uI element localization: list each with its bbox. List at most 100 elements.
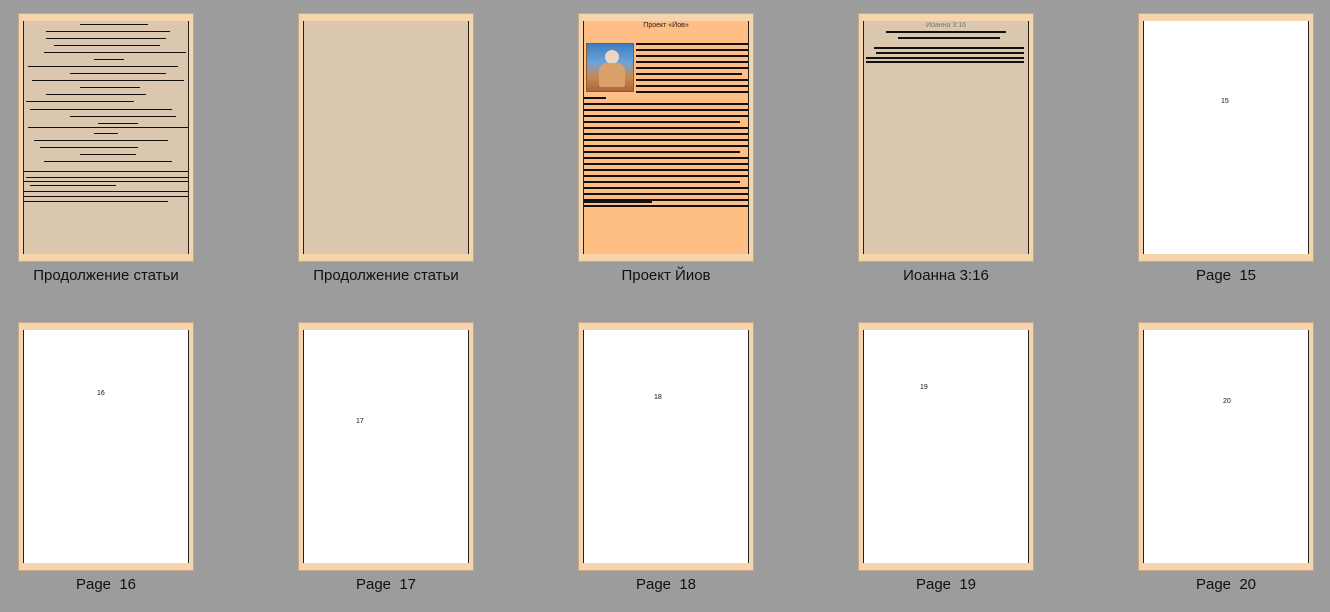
page-thumbnail-8[interactable]: 18 Page 18 <box>578 322 758 612</box>
page-number-label: 17 <box>356 418 364 425</box>
text-line <box>32 80 184 81</box>
text-line <box>584 145 748 147</box>
text-line <box>94 59 124 60</box>
text-line <box>866 61 1024 63</box>
text-line <box>584 151 740 153</box>
text-line <box>636 91 748 93</box>
text-line <box>636 79 748 81</box>
text-line <box>886 31 1006 33</box>
text-line <box>584 169 748 171</box>
text-line <box>24 171 188 172</box>
page-thumbnail-6[interactable]: 16 Page 16 <box>18 322 198 612</box>
page-caption: Проект Йиов <box>621 267 711 284</box>
text-line <box>584 181 740 183</box>
page-content-article: Проект «Йов» <box>583 21 749 254</box>
text-line <box>28 66 178 67</box>
text-line <box>874 47 1024 49</box>
text-line <box>584 103 748 105</box>
page-sheet: Проект «Йов» <box>578 13 754 262</box>
text-line <box>46 94 146 95</box>
page-number-label: 15 <box>1221 98 1229 105</box>
page-content-blank: 16 <box>23 330 189 563</box>
page-thumbnail-3[interactable]: Проект «Йов» Проект Йиов <box>578 13 758 303</box>
text-line <box>636 55 748 57</box>
page-thumbnail-7[interactable]: 17 Page 17 <box>298 322 478 612</box>
page-caption: Page 20 <box>1195 576 1257 593</box>
text-line <box>584 115 748 117</box>
text-line <box>584 127 748 129</box>
page-caption: Продолжение статьи <box>313 267 459 284</box>
text-line <box>584 205 748 207</box>
page-sheet: 17 <box>298 322 474 571</box>
text-line <box>584 201 652 203</box>
text-line <box>26 177 188 178</box>
text-line <box>636 43 748 45</box>
article-photo <box>586 43 634 92</box>
text-line <box>584 163 748 165</box>
page-content-verse: Иоанна 3:16 <box>863 21 1029 254</box>
page-number-label: 19 <box>920 384 928 391</box>
text-line <box>24 181 188 182</box>
page-thumbnail-5[interactable]: 15 Page 15 <box>1138 13 1318 303</box>
page-sheet <box>298 13 474 262</box>
page-caption: Page 19 <box>915 576 977 593</box>
page-caption: Page 16 <box>75 576 137 593</box>
text-line <box>70 73 166 74</box>
text-line <box>44 161 172 162</box>
page-caption: Иоанна 3:16 <box>903 267 989 284</box>
text-line <box>584 121 740 123</box>
page-inner-title: Проект «Йов» <box>643 22 689 29</box>
page-content-blank: 20 <box>1143 330 1309 563</box>
text-line <box>584 157 748 159</box>
page-thumbnail-4[interactable]: Иоанна 3:16 Иоанна 3:16 <box>858 13 1038 303</box>
text-line <box>70 116 176 117</box>
page-sheet: 16 <box>18 322 194 571</box>
page-thumbnail-1[interactable]: Продолжение статьи <box>18 13 198 303</box>
page-content-blank: 15 <box>1143 21 1309 254</box>
text-line <box>30 109 172 110</box>
text-line <box>40 147 138 148</box>
page-content-text <box>23 21 189 254</box>
page-inner-title: Иоанна 3:16 <box>925 22 966 29</box>
page-caption: Продолжение статьи <box>33 267 179 284</box>
page-content-blank: 17 <box>303 330 469 563</box>
page-content-blank <box>303 21 469 254</box>
text-line <box>46 38 166 39</box>
text-line <box>866 57 1024 59</box>
page-content-blank: 19 <box>863 330 1029 563</box>
text-line <box>636 49 748 51</box>
text-line <box>80 24 148 25</box>
text-line <box>46 31 170 32</box>
page-number-label: 20 <box>1223 398 1231 405</box>
page-sheet <box>18 13 194 262</box>
page-thumbnail-2[interactable]: Продолжение статьи <box>298 13 478 303</box>
page-caption: Page 17 <box>355 576 417 593</box>
text-line <box>24 201 168 202</box>
text-line <box>636 85 748 87</box>
text-line <box>876 52 1024 54</box>
text-line <box>80 154 136 155</box>
text-line <box>584 133 748 135</box>
page-number-label: 18 <box>654 394 662 401</box>
page-number-label: 16 <box>97 390 105 397</box>
text-line <box>584 97 606 99</box>
page-sheet: 19 <box>858 322 1034 571</box>
page-thumbnail-10[interactable]: 20 Page 20 <box>1138 322 1318 612</box>
text-line <box>28 127 188 128</box>
text-line <box>24 196 188 197</box>
text-line <box>584 193 748 195</box>
page-sheet: Иоанна 3:16 <box>858 13 1034 262</box>
text-line <box>636 61 748 63</box>
page-sheet: 20 <box>1138 322 1314 571</box>
page-thumbnail-9[interactable]: 19 Page 19 <box>858 322 1038 612</box>
page-caption: Page 18 <box>635 576 697 593</box>
text-line <box>98 123 138 124</box>
text-line <box>54 45 160 46</box>
text-line <box>26 101 134 102</box>
text-line <box>24 191 188 192</box>
text-line <box>34 140 168 141</box>
text-line <box>584 139 748 141</box>
page-caption: Page 15 <box>1195 267 1257 284</box>
text-line <box>584 187 748 189</box>
text-line <box>636 67 748 69</box>
